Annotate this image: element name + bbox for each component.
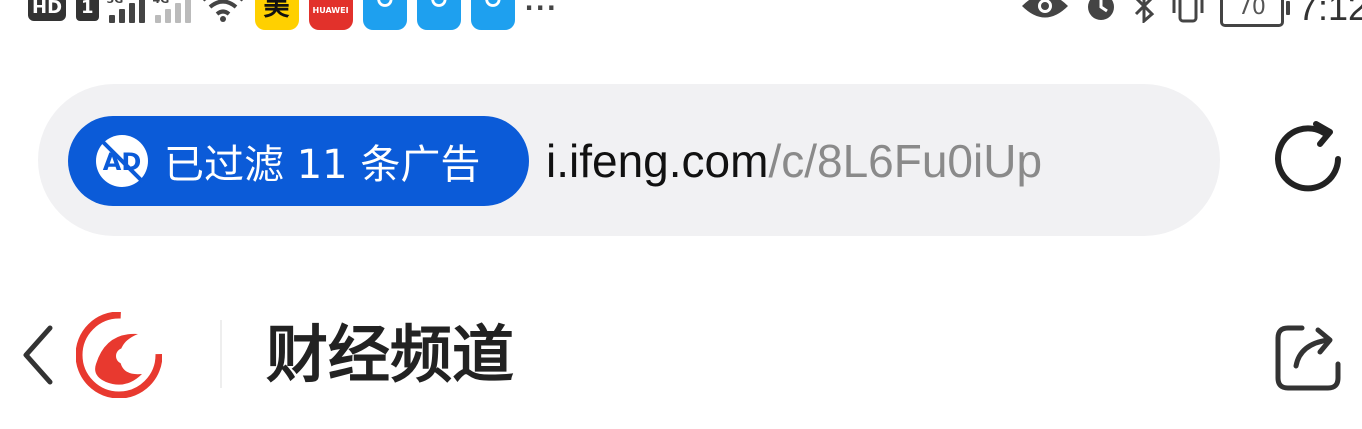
url-field[interactable]: i.ifeng.com/c/8L6Fu0iUp bbox=[546, 116, 1196, 206]
alarm-icon bbox=[1084, 0, 1118, 28]
signal-strength-2-icon: 4G bbox=[153, 0, 191, 23]
ifeng-logo[interactable] bbox=[75, 311, 163, 399]
clock: 7:12 bbox=[1297, 0, 1362, 28]
app-icon-3: ↻ bbox=[470, 0, 515, 30]
ad-filter-badge[interactable]: AD 已过滤 11 条广告 bbox=[68, 116, 529, 206]
app-icon-2: ↻ bbox=[416, 0, 461, 30]
meituan-icon: 美 bbox=[254, 0, 299, 30]
hd-icon: HD bbox=[28, 0, 67, 21]
status-bar: HD 1 5G 4G bbox=[0, 0, 1362, 38]
eye-icon bbox=[1020, 0, 1070, 26]
address-bar[interactable]: AD 已过滤 11 条广告 i.ifeng.com/c/8L6Fu0iUp bbox=[38, 84, 1220, 236]
signal-type-label: 5G bbox=[107, 0, 124, 6]
more-notifications-icon: ··· bbox=[524, 0, 558, 22]
battery-icon: 70 bbox=[1219, 0, 1290, 27]
vibrate-icon bbox=[1170, 0, 1206, 28]
ad-filter-text: 已过滤 11 条广告 bbox=[164, 142, 481, 188]
page-title: 财经频道 bbox=[266, 318, 515, 391]
bluetooth-icon bbox=[1132, 0, 1156, 28]
status-bar-right: 70 7:12 bbox=[1020, 0, 1362, 38]
sim-icon: 1 bbox=[76, 0, 99, 21]
reload-icon[interactable] bbox=[1266, 116, 1352, 202]
app-icon-1: ↻ bbox=[362, 0, 407, 30]
signal-strength-icon: 5G bbox=[107, 0, 145, 23]
signal-type-2-label: 4G bbox=[153, 0, 170, 6]
chevron-left-icon[interactable] bbox=[14, 320, 64, 390]
huawei-icon: HUAWEI bbox=[308, 0, 353, 30]
browser-screen: HD 1 5G 4G bbox=[0, 0, 1362, 429]
ad-block-icon: AD bbox=[94, 133, 150, 189]
wifi-icon bbox=[201, 0, 245, 27]
share-icon[interactable] bbox=[1272, 320, 1346, 394]
url-path: /c/8L6Fu0iUp bbox=[768, 135, 1043, 187]
header-divider bbox=[220, 320, 222, 388]
page-header: 财经频道 bbox=[0, 290, 1362, 420]
status-bar-left: HD 1 5G 4G bbox=[28, 0, 558, 38]
url-host: i.ifeng.com bbox=[546, 135, 769, 187]
